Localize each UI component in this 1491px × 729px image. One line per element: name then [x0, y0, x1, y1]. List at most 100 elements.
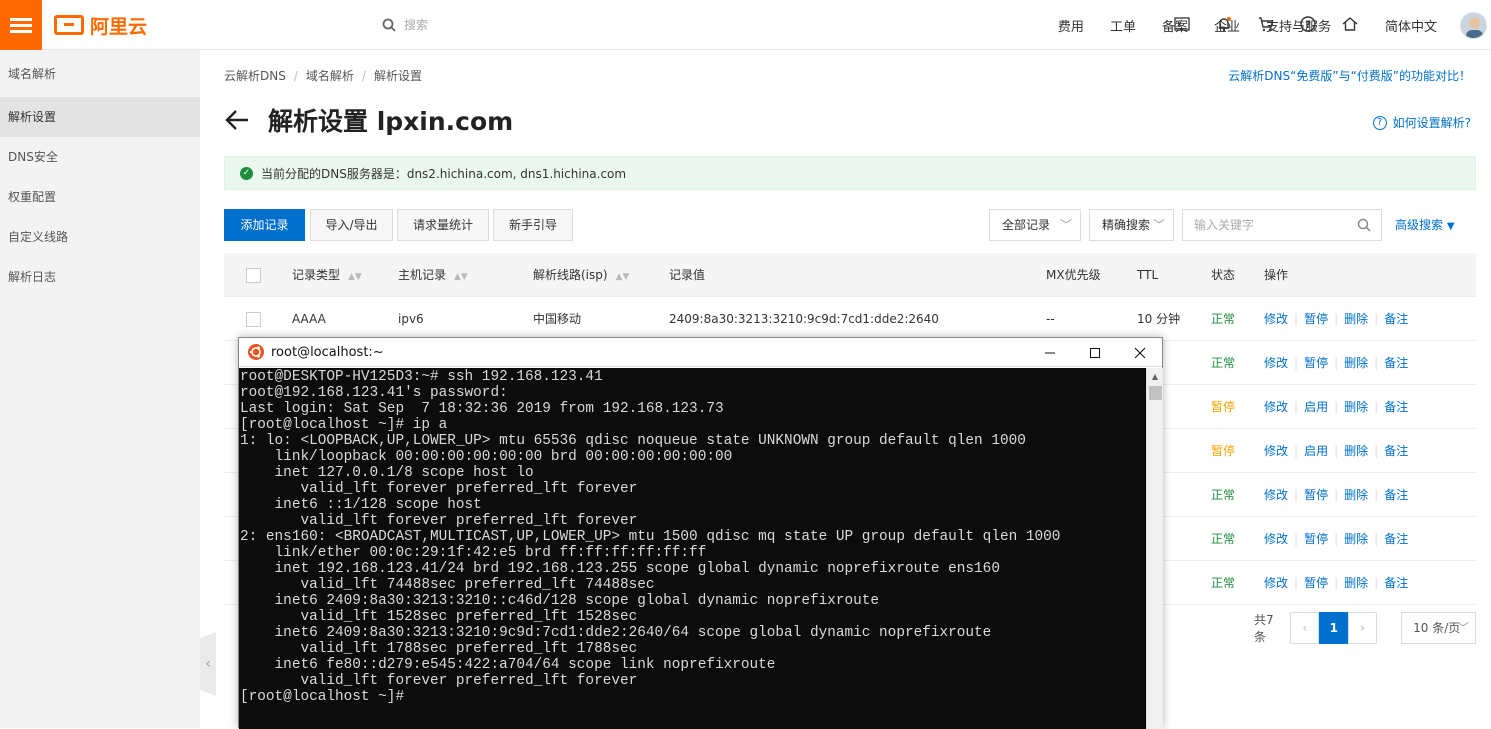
- delete-link[interactable]: 删除: [1344, 400, 1368, 414]
- record-filter-select[interactable]: 全部记录 ﹀: [989, 209, 1081, 241]
- add-record-button[interactable]: 添加记录: [224, 209, 305, 241]
- toggle-link[interactable]: 启用: [1304, 444, 1328, 458]
- row-actions: 修改 | 暂停 | 删除 | 备注: [1264, 312, 1409, 326]
- col-line[interactable]: 解析线路(isp) ▲▼: [533, 253, 629, 297]
- delete-link[interactable]: 删除: [1344, 576, 1368, 590]
- compare-editions-link[interactable]: 云解析DNS“免费版”与“付费版”的功能对比！: [1228, 67, 1471, 84]
- terminal-icon[interactable]: [1172, 14, 1192, 34]
- col-actions: 操作: [1264, 268, 1289, 282]
- row-checkbox[interactable]: [246, 312, 261, 327]
- note-link[interactable]: 备注: [1384, 532, 1408, 546]
- cart-icon[interactable]: [1256, 14, 1276, 34]
- delete-link[interactable]: 删除: [1344, 532, 1368, 546]
- sidebar-item-resolve-log[interactable]: 解析日志: [0, 257, 200, 297]
- edit-link[interactable]: 修改: [1264, 400, 1288, 414]
- top-icons: ?: [1172, 14, 1382, 34]
- nav-billing[interactable]: 费用: [1058, 16, 1084, 35]
- sort-icon: ▲▼: [615, 272, 630, 282]
- prev-page-button[interactable]: ‹: [1290, 612, 1320, 644]
- terminal-titlebar[interactable]: root@localhost:~: [239, 338, 1162, 367]
- delete-link[interactable]: 删除: [1344, 356, 1368, 370]
- note-link[interactable]: 备注: [1384, 400, 1408, 414]
- help-link[interactable]: ? 如何设置解析?: [1372, 114, 1471, 131]
- delete-link[interactable]: 删除: [1344, 488, 1368, 502]
- match-mode-select[interactable]: 精确搜索 ﹀: [1089, 209, 1174, 241]
- terminal-output[interactable]: root@DESKTOP-HV125D3:~# ssh 192.168.123.…: [239, 368, 1146, 729]
- sidebar-item-custom-line[interactable]: 自定义线路: [0, 217, 200, 257]
- breadcrumb-item[interactable]: 云解析DNS: [224, 69, 286, 83]
- row-actions: 修改 | 暂停 | 删除 | 备注: [1264, 576, 1409, 590]
- sidebar-item-dns-security[interactable]: DNS安全: [0, 137, 200, 177]
- request-stats-button[interactable]: 请求量统计: [397, 209, 489, 241]
- breadcrumb-item: 解析设置: [373, 69, 422, 83]
- sidebar-item-weight-config[interactable]: 权重配置: [0, 177, 200, 217]
- guide-button[interactable]: 新手引导: [493, 209, 573, 241]
- note-link[interactable]: 备注: [1384, 356, 1408, 370]
- status-badge: 正常: [1211, 576, 1236, 590]
- edit-link[interactable]: 修改: [1264, 356, 1288, 370]
- page-header: 解析设置 lpxin.com: [224, 102, 513, 138]
- sidebar: 域名解析 解析设置 DNS安全 权重配置 自定义线路 解析日志: [0, 50, 200, 728]
- edit-link[interactable]: 修改: [1264, 488, 1288, 502]
- caret-down-icon: ▼: [1446, 221, 1455, 232]
- toggle-link[interactable]: 暂停: [1304, 576, 1328, 590]
- edit-link[interactable]: 修改: [1264, 532, 1288, 546]
- user-avatar[interactable]: [1460, 12, 1487, 39]
- close-button[interactable]: [1117, 338, 1163, 367]
- advanced-search-link[interactable]: 高级搜索 ▼: [1395, 209, 1455, 241]
- menu-icon[interactable]: [0, 0, 42, 50]
- toggle-link[interactable]: 启用: [1304, 400, 1328, 414]
- status-badge: 正常: [1211, 532, 1236, 546]
- terminal-line: valid_lft 1528sec preferred_lft 1528sec: [240, 609, 638, 625]
- global-search[interactable]: 搜索: [382, 16, 428, 33]
- note-link[interactable]: 备注: [1384, 444, 1408, 458]
- col-host[interactable]: 主机记录 ▲▼: [398, 253, 468, 297]
- delete-link[interactable]: 删除: [1344, 312, 1368, 326]
- note-link[interactable]: 备注: [1384, 488, 1408, 502]
- terminal-line: [root@localhost ~]#: [240, 689, 405, 705]
- search-icon[interactable]: [1357, 218, 1371, 232]
- help-icon[interactable]: ?: [1298, 14, 1318, 34]
- minimize-button[interactable]: [1027, 338, 1073, 367]
- col-type[interactable]: 记录类型 ▲▼: [292, 253, 362, 297]
- terminal-line: inet6 fe80::d279:e545:422:a704/64 scope …: [240, 657, 776, 673]
- import-export-button[interactable]: 导入/导出: [310, 209, 393, 241]
- delete-link[interactable]: 删除: [1344, 444, 1368, 458]
- terminal-window[interactable]: root@localhost:~ root@DESKTOP-HV125D3:~#…: [238, 337, 1163, 729]
- terminal-line: inet 127.0.0.1/8 scope host lo: [240, 465, 534, 481]
- scroll-thumb[interactable]: [1149, 386, 1162, 400]
- maximize-button[interactable]: [1072, 338, 1118, 367]
- select-all-checkbox[interactable]: [246, 268, 261, 283]
- terminal-line: link/loopback 00:00:00:00:00:00 brd 00:0…: [240, 449, 733, 465]
- page-size-select[interactable]: 10 条/页 ﹀: [1401, 612, 1476, 644]
- terminal-scrollbar[interactable]: ▲: [1146, 368, 1163, 729]
- language-switch[interactable]: 简体中文: [1385, 16, 1437, 35]
- scroll-up-icon[interactable]: ▲: [1147, 368, 1163, 385]
- breadcrumb-item[interactable]: 域名解析: [306, 69, 354, 83]
- row-actions: 修改 | 启用 | 删除 | 备注: [1264, 400, 1409, 414]
- toggle-link[interactable]: 暂停: [1304, 532, 1328, 546]
- toggle-link[interactable]: 暂停: [1304, 356, 1328, 370]
- toggle-link[interactable]: 暂停: [1304, 488, 1328, 502]
- edit-link[interactable]: 修改: [1264, 312, 1288, 326]
- keyword-input[interactable]: 输入关键字: [1182, 209, 1382, 241]
- back-arrow-icon[interactable]: [224, 107, 250, 133]
- edit-link[interactable]: 修改: [1264, 444, 1288, 458]
- page-1-button[interactable]: 1: [1319, 612, 1349, 644]
- sidebar-collapse-handle[interactable]: ‹: [200, 632, 216, 696]
- next-page-button[interactable]: ›: [1348, 612, 1378, 644]
- mx-priority: --: [1046, 312, 1055, 326]
- aliyun-logo[interactable]: 阿里云: [54, 13, 147, 38]
- top-navbar: 阿里云 搜索 费用 工单 备案 企业 支持与服务 ? 简体中文: [0, 0, 1491, 50]
- note-link[interactable]: 备注: [1384, 312, 1408, 326]
- note-link[interactable]: 备注: [1384, 576, 1408, 590]
- toggle-link[interactable]: 暂停: [1304, 312, 1328, 326]
- bell-icon[interactable]: [1214, 14, 1234, 34]
- home-icon[interactable]: [1340, 14, 1360, 34]
- sidebar-item-resolve-settings[interactable]: 解析设置: [0, 97, 200, 137]
- nav-ticket[interactable]: 工单: [1110, 16, 1136, 35]
- sort-icon: ▲▼: [348, 272, 362, 282]
- sidebar-item-domain-resolve[interactable]: 域名解析: [0, 54, 200, 94]
- chevron-down-icon: ﹀: [1152, 218, 1165, 232]
- edit-link[interactable]: 修改: [1264, 576, 1288, 590]
